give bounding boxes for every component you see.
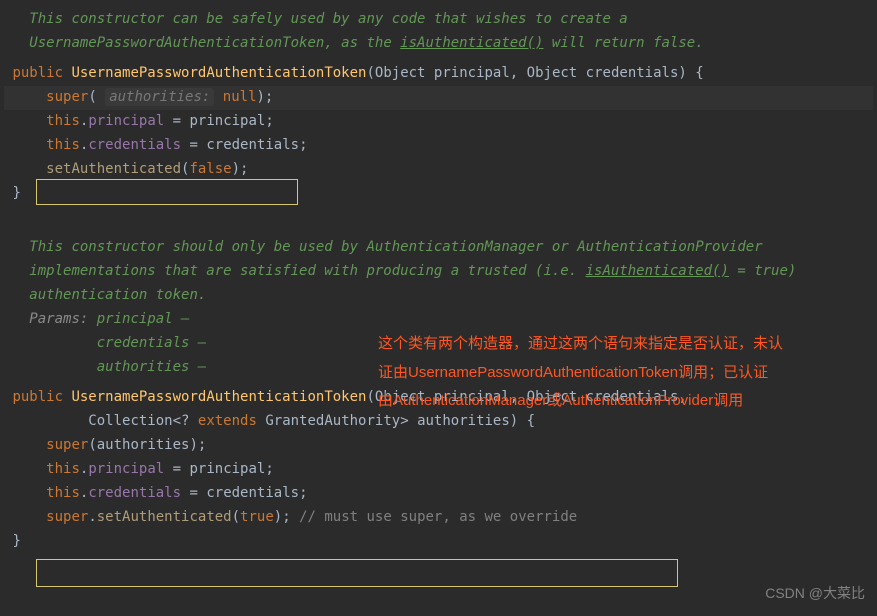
code-line: super( authorities: null);	[4, 86, 873, 110]
javadoc-link: isAuthenticated()	[400, 35, 543, 51]
highlight-box-2	[36, 559, 678, 587]
code-line: super.setAuthenticated(true); // must us…	[4, 506, 873, 530]
javadoc-code: AuthenticationManager	[366, 239, 543, 255]
javadoc-code: AuthenticationProvider	[577, 239, 762, 255]
watermark: CSDN @大菜比	[765, 582, 865, 606]
param-hint: authorities:	[105, 88, 214, 106]
javadoc-text: This constructor can be safely used by a…	[29, 11, 627, 27]
javadoc-line: This constructor can be safely used by a…	[4, 8, 873, 32]
code-line: this.credentials = credentials;	[4, 482, 873, 506]
method-signature: public UsernamePasswordAuthenticationTok…	[4, 62, 873, 86]
javadoc-line: This constructor should only be used by …	[4, 236, 873, 260]
constructor-name: UsernamePasswordAuthenticationToken	[71, 389, 366, 405]
javadoc-code: UsernamePasswordAuthenticationToken	[29, 35, 324, 51]
annotation-line: 证由UsernamePasswordAuthenticationToken调用；…	[378, 359, 858, 388]
annotation-line: 由AuthenticationManager或AuthenticationPro…	[378, 387, 858, 416]
set-authenticated-call: setAuthenticated	[97, 509, 232, 525]
javadoc-link: isAuthenticated()	[586, 263, 729, 279]
javadoc-line: UsernamePasswordAuthenticationToken, as …	[4, 32, 873, 56]
annotation-line: 这个类有两个构造器，通过这两个语句来指定是否认证，未认	[378, 330, 858, 359]
constructor-name: UsernamePasswordAuthenticationToken	[71, 65, 366, 81]
code-editor: This constructor can be safely used by a…	[0, 0, 877, 562]
code-line: setAuthenticated(false);	[4, 158, 873, 182]
code-line: this.principal = principal;	[4, 110, 873, 134]
code-line: }	[4, 182, 873, 206]
set-authenticated-call: setAuthenticated	[46, 161, 181, 177]
code-comment: // must use super, as we override	[299, 509, 577, 525]
javadoc-params: Params: principal –	[4, 308, 873, 332]
code-line: this.credentials = credentials;	[4, 134, 873, 158]
code-line: super(authorities);	[4, 434, 873, 458]
code-line: }	[4, 530, 873, 554]
javadoc-line: implementations that are satisfied with …	[4, 260, 873, 284]
code-line: this.principal = principal;	[4, 458, 873, 482]
annotation-overlay: 这个类有两个构造器，通过这两个语句来指定是否认证，未认 证由UsernamePa…	[378, 330, 858, 416]
javadoc-line: authentication token.	[4, 284, 873, 308]
